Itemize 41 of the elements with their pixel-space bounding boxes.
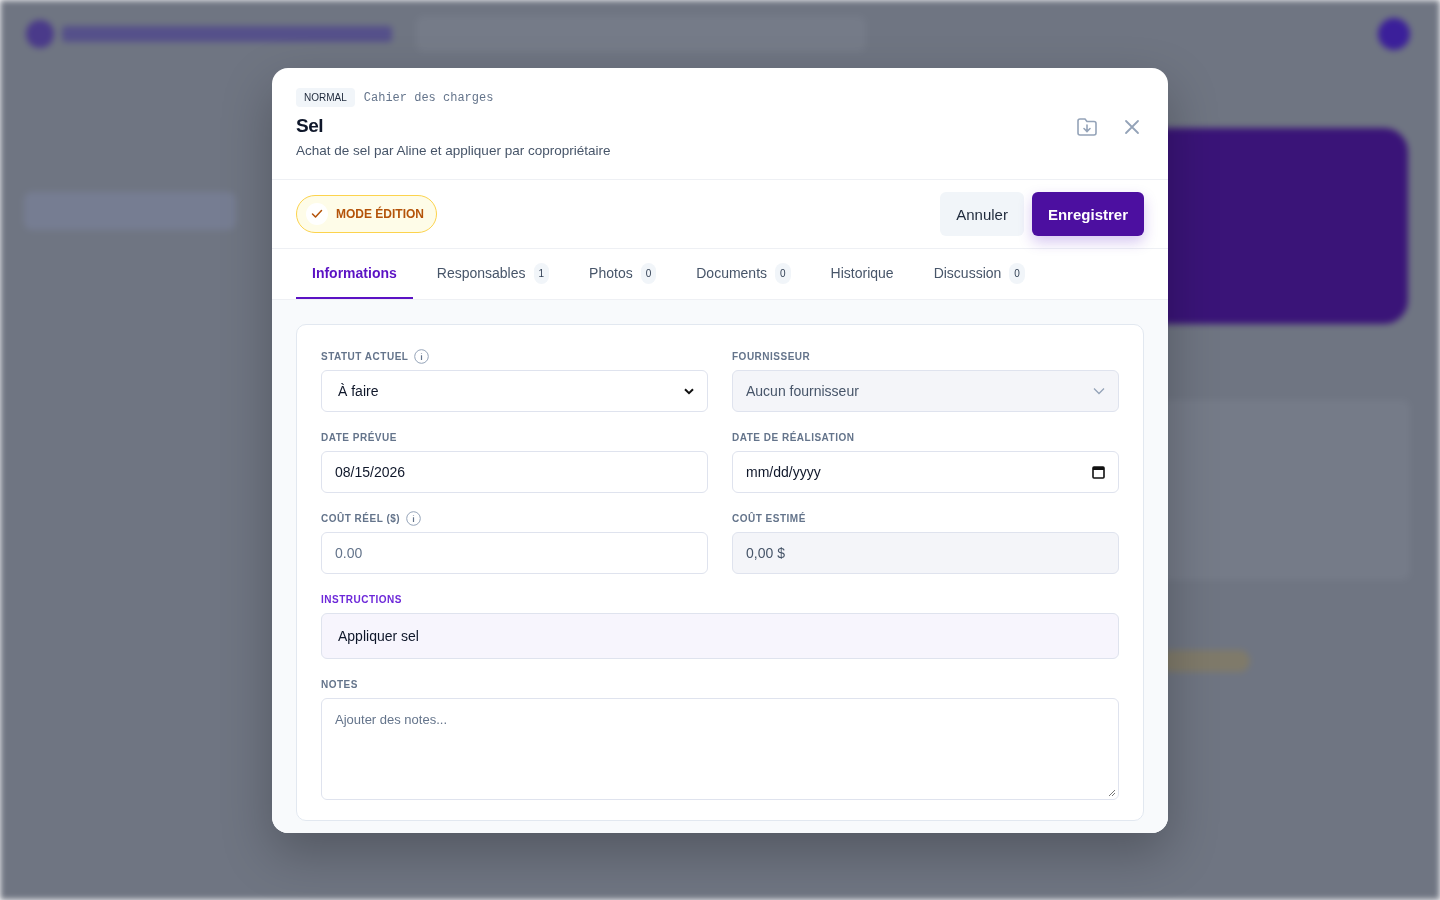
tab[interactable]: Responsables 1 [420,249,566,299]
textarea-field[interactable]: Ajouter des notes... [321,698,1119,800]
field-label: DATE DE RÉALISATION [732,432,855,443]
cancel-button[interactable]: Annuler [940,192,1024,236]
modal-description: Achat de sel par Aline et appliquer par copropriétaire [296,143,611,158]
info-icon [414,349,430,364]
tab[interactable]: Discussion 0 [917,249,1041,299]
date-field[interactable]: mm/dd/yyyy [732,451,1119,493]
folder-download-icon [1076,117,1098,137]
select-field[interactable]: À faire [321,370,708,412]
info-icon [406,511,422,526]
category-label: Cahier des charges [363,90,494,105]
input-field[interactable]: Appliquer sel [321,613,1119,659]
close-icon [1124,119,1140,135]
field-label: DATE PRÉVUE [321,432,397,443]
field-label: NOTES [321,679,358,690]
input-field[interactable]: 0.00 [321,532,708,574]
logo-icon [26,20,54,48]
avatar [1378,18,1410,50]
count-badge: 1 [533,262,550,284]
field-label: COÛT RÉEL ($) [321,513,401,524]
modal-title: Sel [296,115,325,137]
chevron-down-icon [1093,387,1105,395]
count-badge: 0 [640,262,657,284]
field-label: INSTRUCTIONS [321,594,402,605]
field-label: STATUT ACTUEL [321,351,409,362]
priority-badge: NORMAL [296,88,355,107]
count-badge: 0 [775,262,791,284]
check-icon [311,209,323,219]
tab[interactable]: Documents 0 [680,249,807,299]
tab[interactable]: Historique [814,249,910,299]
chevron-down-icon [684,387,694,395]
calendar-icon [1092,465,1105,479]
field-label: COÛT ESTIMÉ [732,513,806,524]
edit-mode-badge[interactable]: MODE ÉDITION [296,195,437,233]
resize-handle-icon [1108,789,1116,797]
input-field[interactable]: 08/15/2026 [321,451,708,493]
field-label: FOURNISSEUR [732,351,811,362]
save-button[interactable]: Enregistrer [1031,192,1144,236]
tab[interactable]: Photos 0 [573,249,673,299]
count-badge: 0 [1009,262,1025,284]
